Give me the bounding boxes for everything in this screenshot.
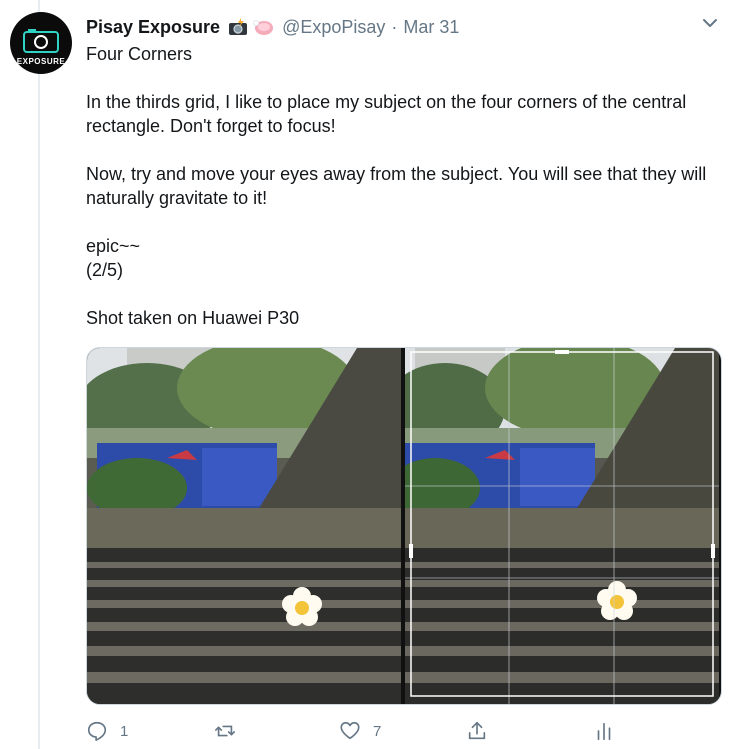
tweet-text: Four Corners In the thirds grid, I like …	[86, 42, 726, 330]
handle[interactable]: @ExpoPisay	[282, 17, 385, 38]
like-action[interactable]: 7	[339, 720, 381, 742]
photo-original[interactable]	[87, 348, 401, 704]
separator: ·	[391, 16, 398, 37]
tweet-header: Pisay Exposure @ExpoPisay · Mar 31	[86, 15, 459, 39]
share-icon	[468, 721, 486, 740]
reply-icon	[87, 721, 107, 741]
tweet-paragraph: In the thirds grid, I like to place my s…	[86, 92, 687, 136]
heart-icon	[340, 721, 360, 740]
avatar[interactable]: EXPOSURE	[10, 12, 72, 74]
tweet-paragraph: Shot taken on Huawei P30	[86, 308, 300, 328]
tweet-paragraph: Now, try and move your eyes away from th…	[86, 164, 707, 208]
analytics-icon	[597, 722, 611, 741]
tweet-media[interactable]	[86, 347, 722, 705]
display-name[interactable]: Pisay Exposure	[86, 17, 220, 38]
retweet-icon	[215, 725, 235, 737]
camera-logo-icon	[23, 29, 59, 53]
tweet-actions: 1 7	[86, 718, 626, 746]
avatar-label: EXPOSURE	[16, 57, 66, 66]
share-action[interactable]	[466, 720, 488, 742]
name-emoji	[228, 18, 274, 36]
camera-with-flash-icon	[229, 18, 248, 35]
reply-count: 1	[120, 722, 129, 740]
retweet-action[interactable]	[214, 720, 248, 742]
analytics-action[interactable]	[593, 720, 615, 742]
photo-grid-overlay[interactable]	[405, 348, 719, 704]
tweet-date[interactable]: Mar 31	[403, 17, 459, 38]
soap-icon	[253, 20, 274, 35]
like-count: 7	[373, 722, 382, 740]
thread-line	[38, 0, 40, 749]
tweet-paragraph: (2/5)	[86, 260, 124, 280]
tweet-title: Four Corners	[86, 44, 193, 64]
chevron-down-icon[interactable]	[701, 14, 719, 32]
reply-action[interactable]: 1	[86, 720, 128, 742]
tweet-paragraph: epic~~	[86, 236, 141, 256]
